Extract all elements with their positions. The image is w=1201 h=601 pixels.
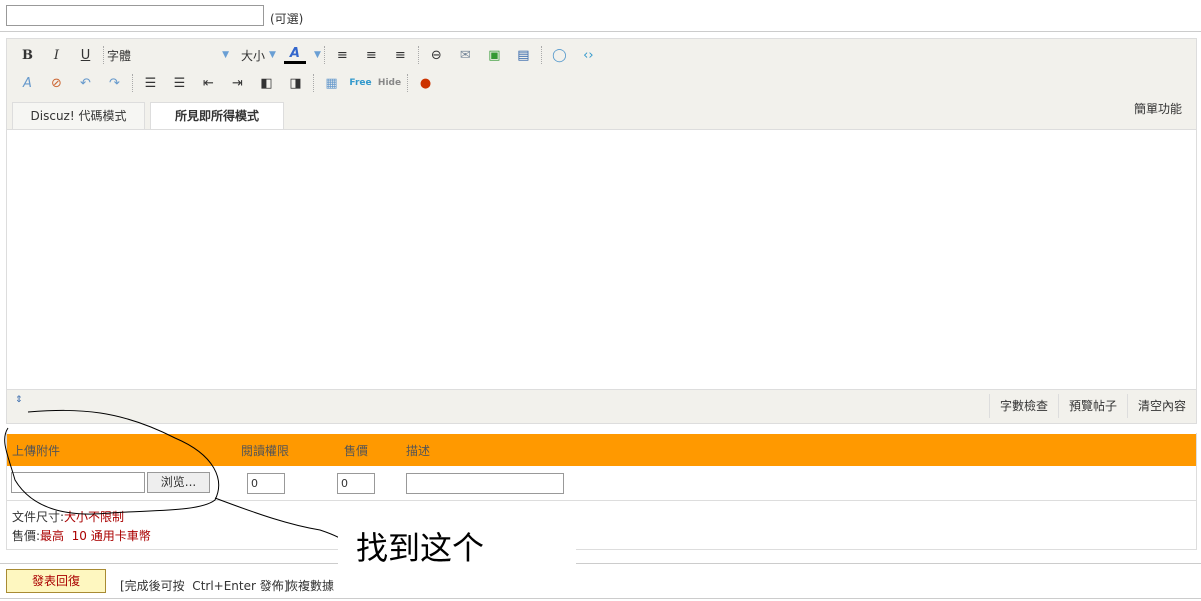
qq-icon[interactable]: ● (411, 76, 440, 91)
chevron-down-icon: ▼ (222, 50, 229, 60)
submit-reply-button[interactable]: 發表回復 (6, 569, 106, 593)
float-right-icon[interactable]: ◨ (281, 76, 310, 91)
separator (323, 46, 325, 64)
toolbar-row-2: A ⊘ ↶ ↷ ☰ ☰ ⇤ ⇥ ◧ ◨ ▦ Free Hide ● (7, 69, 1196, 97)
divider (0, 598, 1201, 599)
separator (407, 74, 408, 92)
separator (103, 46, 104, 64)
underline-button[interactable]: U (71, 48, 100, 63)
editor-footer: 字數檢查 預覽帖子 清空內容 (988, 394, 1196, 418)
chevron-down-icon[interactable]: ▼ (314, 50, 321, 60)
image-icon[interactable]: ▣ (480, 48, 509, 63)
separator (313, 74, 314, 92)
undo-icon[interactable]: ↶ (71, 76, 100, 91)
editor: B I U 字體 ▼ 大小 ▼ A ▼ ≡ ≡ ≡ ⊖ ✉ ▣ ▤ ◯ ‹› A ⊘… (6, 38, 1197, 424)
media-icon[interactable]: ▤ (509, 48, 538, 63)
email-icon[interactable]: ✉ (451, 48, 480, 63)
redo-icon[interactable]: ↷ (100, 76, 129, 91)
quote-icon[interactable]: ◯ (545, 48, 574, 63)
font-select[interactable]: 字體 ▼ (107, 47, 229, 64)
word-count-button[interactable]: 字數檢查 (988, 394, 1058, 418)
annotation-text: 找到这个 (338, 528, 576, 568)
separator (540, 46, 542, 64)
code-icon[interactable]: ‹› (574, 48, 603, 63)
remove-format-icon[interactable]: A (13, 76, 42, 91)
unordered-list-icon[interactable]: ☰ (165, 76, 194, 91)
size-select[interactable]: 大小 ▼ (241, 47, 276, 64)
editor-content-area[interactable] (7, 129, 1196, 390)
indent-icon[interactable]: ⇥ (223, 76, 252, 91)
bold-button[interactable]: B (13, 48, 42, 63)
outdent-icon[interactable]: ⇤ (194, 76, 223, 91)
hide-icon[interactable]: Hide (375, 78, 404, 88)
divider (0, 31, 1201, 32)
clear-button[interactable]: 清空內容 (1126, 394, 1196, 418)
table-icon[interactable]: ▦ (317, 76, 346, 91)
align-left-icon[interactable]: ≡ (328, 48, 357, 63)
font-color-icon[interactable]: A (283, 46, 306, 64)
italic-button[interactable]: I (42, 48, 71, 63)
title-input[interactable] (6, 5, 264, 26)
optional-label: (可選) (270, 12, 304, 26)
link-icon[interactable]: ⊖ (422, 48, 451, 63)
size-label: 大小 (241, 48, 266, 63)
shortcut-hint: [完成後可按 Ctrl+Enter 發佈] (120, 579, 289, 593)
align-center-icon[interactable]: ≡ (357, 48, 386, 63)
restore-data-link[interactable]: 恢複數據 (286, 577, 334, 594)
separator (417, 46, 419, 64)
ordered-list-icon[interactable]: ☰ (136, 76, 165, 91)
float-left-icon[interactable]: ◧ (252, 76, 281, 91)
align-right-icon[interactable]: ≡ (386, 48, 415, 63)
divider (0, 563, 1201, 564)
chevron-down-icon: ▼ (269, 50, 276, 60)
separator (132, 74, 133, 92)
toolbar-row-1: B I U 字體 ▼ 大小 ▼ A ▼ ≡ ≡ ≡ ⊖ ✉ ▣ ▤ ◯ ‹› (7, 41, 1196, 69)
unlink-icon[interactable]: ⊘ (42, 76, 71, 91)
free-icon[interactable]: Free (346, 78, 375, 88)
font-label: 字體 (107, 48, 132, 63)
simple-mode-link[interactable]: 簡單功能 (1134, 100, 1182, 117)
tab-wysiwyg[interactable]: 所見即所得模式 (150, 102, 284, 130)
tab-discuz-code[interactable]: Discuz! 代碼模式 (12, 102, 145, 129)
preview-button[interactable]: 預覽帖子 (1057, 394, 1127, 418)
